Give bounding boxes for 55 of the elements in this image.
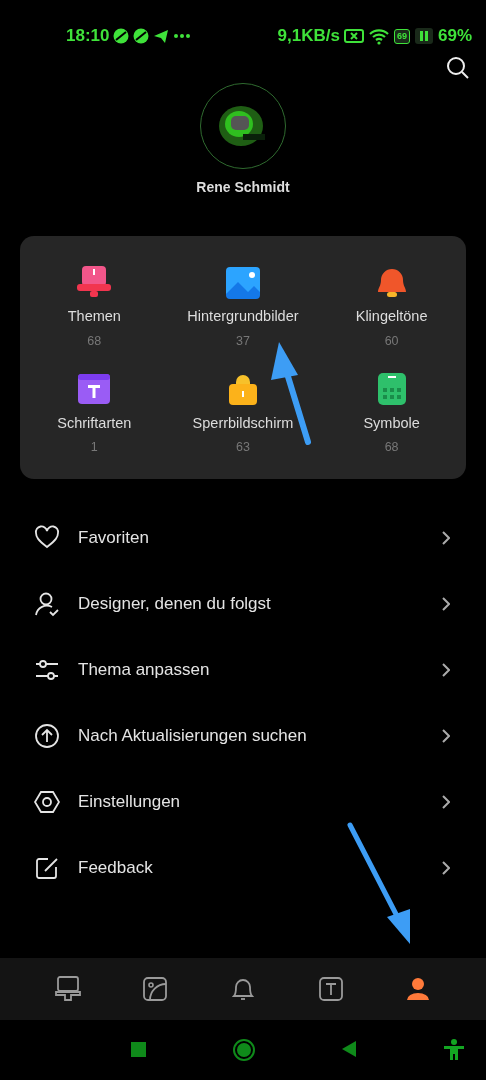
chevron-right-icon: [442, 663, 450, 677]
category-count: 68: [87, 332, 102, 350]
category-label[interactable]: Sperrbildschirm: [192, 412, 294, 435]
category-count: 37: [236, 332, 250, 350]
more-icon: [173, 33, 192, 39]
category-label[interactable]: Themen: [67, 306, 121, 328]
chevron-right-icon: [442, 729, 450, 743]
wifi-icon: [367, 27, 390, 45]
nav-tab[interactable]: [317, 976, 344, 1002]
arrow-up-circle-icon: [34, 723, 60, 749]
app-icon: [133, 28, 150, 44]
category-label[interactable]: Schriftarten: [57, 412, 132, 435]
category-count: 60: [384, 332, 399, 350]
nav-tab[interactable]: [142, 976, 169, 1002]
brush-icon: [54, 976, 81, 1002]
settings-icon: [34, 789, 60, 815]
accessibility-button[interactable]: [443, 1039, 465, 1061]
battery-icon: [413, 27, 434, 45]
menu-item[interactable]: Thema anpassen: [0, 637, 486, 703]
heart-icon: [34, 525, 60, 551]
search-icon[interactable]: [446, 56, 470, 80]
nav-tab[interactable]: [405, 976, 432, 1002]
user-name: Rene Schmidt: [196, 178, 290, 197]
battery-text: 69%: [437, 25, 472, 48]
category-label[interactable]: Klingeltöne: [355, 306, 428, 328]
category-label[interactable]: Hintergrundbilder: [187, 306, 299, 328]
menu-item[interactable]: Designer, denen du folgst: [0, 571, 486, 637]
app-icon: [113, 28, 130, 44]
chevron-right-icon: [442, 795, 450, 809]
edit-icon: [34, 855, 60, 881]
menu-item[interactable]: Feedback: [0, 835, 486, 901]
menu-item[interactable]: Nach Aktualisierungen suchen: [0, 703, 486, 769]
chevron-right-icon: [442, 861, 450, 875]
category-count: 63: [236, 439, 250, 457]
menu-item[interactable]: Einstellungen: [0, 769, 486, 835]
image-icon: [142, 976, 169, 1002]
chevron-right-icon: [442, 597, 450, 611]
sliders-icon: [34, 657, 60, 683]
sim-icon: [343, 29, 364, 43]
person-icon: [34, 591, 60, 617]
font-icon: [317, 976, 344, 1002]
send-icon: [153, 28, 170, 44]
person-icon: [405, 976, 432, 1002]
badge-text: 69: [393, 28, 410, 44]
network-speed-text: 9,1KB/s: [277, 25, 340, 48]
menu-item[interactable]: Favoriten: [0, 505, 486, 571]
home-button[interactable]: [233, 1039, 255, 1061]
category-count: 1: [90, 439, 98, 457]
chevron-right-icon: [442, 531, 450, 545]
bell-icon: [230, 976, 256, 1002]
category-label[interactable]: Symbole: [363, 412, 420, 435]
clock-text: 18:10: [66, 25, 110, 48]
nav-tab[interactable]: [230, 976, 256, 1002]
category-count: 68: [384, 439, 399, 457]
nav-tab[interactable]: [54, 976, 81, 1002]
